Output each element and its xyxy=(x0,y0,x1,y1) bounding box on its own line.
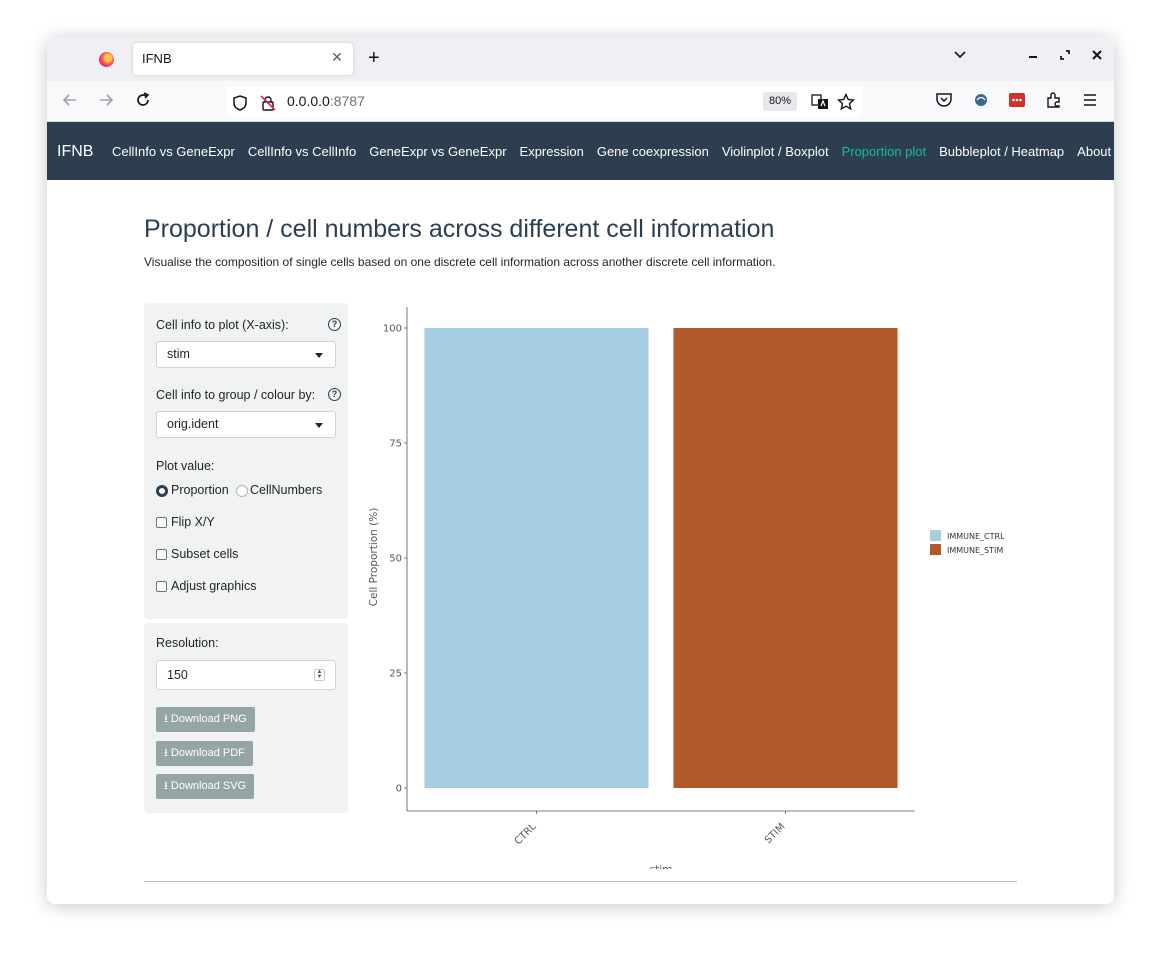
bar-stim-immune_stim xyxy=(673,328,898,788)
resolution-value: 150 xyxy=(167,668,188,682)
y-axis-title: Cell Proportion (%) xyxy=(368,508,380,607)
resolution-label: Resolution: xyxy=(156,636,219,650)
nav-geneexpr-vs-geneexpr[interactable]: GeneExpr vs GeneExpr xyxy=(369,144,506,159)
download-png-button[interactable]: ⭳ Download PNG xyxy=(156,707,255,732)
nav-bubbleplot-heatmap[interactable]: Bubbleplot / Heatmap xyxy=(939,144,1064,159)
back-icon[interactable] xyxy=(59,91,81,114)
y-tick-label: 25 xyxy=(389,669,402,680)
proportion-radio-label[interactable]: Proportion xyxy=(171,483,229,497)
legend-swatch xyxy=(930,530,941,541)
cellnumbers-radio[interactable] xyxy=(236,485,248,497)
y-tick-label: 0 xyxy=(396,784,402,795)
browser-toolbar: 0.0.0.0:8787 80% xyxy=(47,81,1114,122)
plot-value-label: Plot value: xyxy=(156,459,215,473)
nav-cellinfo-vs-geneexpr[interactable]: CellInfo vs GeneExpr xyxy=(112,144,235,159)
app-navbar: IFNB CellInfo vs GeneExpr CellInfo vs Ce… xyxy=(47,122,1114,180)
browser-window: IFNB ✕ + 0.0.0.0:8787 80% IFNB CellInfo … xyxy=(47,37,1114,904)
divider xyxy=(144,881,1017,882)
controls-panel: Cell info to plot (X-axis): ? stim Cell … xyxy=(144,303,348,619)
nav-about[interactable]: About xyxy=(1077,144,1111,159)
zoom-level-badge[interactable]: 80% xyxy=(763,92,798,111)
nav-violinplot-boxplot[interactable]: Violinplot / Boxplot xyxy=(722,144,829,159)
y-tick-label: 100 xyxy=(383,324,402,335)
legend-label: IMMUNE_STIM xyxy=(947,546,1003,555)
group-label: Cell info to group / colour by: xyxy=(156,388,316,402)
subset-cells-label[interactable]: Subset cells xyxy=(171,547,238,561)
cellnumbers-radio-label[interactable]: CellNumbers xyxy=(250,483,322,497)
bar-ctrl-immune_ctrl xyxy=(424,328,649,788)
tab-strip: IFNB ✕ + xyxy=(47,37,1114,81)
extensions-puzzle-icon[interactable] xyxy=(1043,91,1065,114)
adjust-graphics-label[interactable]: Adjust graphics xyxy=(171,579,256,593)
x-tick-label: STIM xyxy=(763,821,788,846)
x-axis-select[interactable]: stim xyxy=(156,341,336,368)
firefox-logo-icon xyxy=(99,52,114,67)
url-text: 0.0.0.0:8787 xyxy=(287,93,365,109)
hamburger-menu-icon[interactable] xyxy=(1079,91,1101,114)
reload-icon[interactable] xyxy=(132,91,154,114)
x-axis-label: Cell info to plot (X-axis): xyxy=(156,318,289,332)
extension-globe-icon[interactable] xyxy=(970,91,992,114)
x-axis-caret-icon xyxy=(315,353,323,358)
app-brand[interactable]: IFNB xyxy=(57,143,93,161)
nav-expression[interactable]: Expression xyxy=(520,144,584,159)
y-tick-label: 50 xyxy=(389,554,402,565)
legend-swatch xyxy=(930,544,941,555)
x-axis-select-value: stim xyxy=(167,347,190,361)
nav-cellinfo-vs-cellinfo[interactable]: CellInfo vs CellInfo xyxy=(248,144,356,159)
password-manager-icon[interactable] xyxy=(1006,91,1028,114)
group-select[interactable]: orig.ident xyxy=(156,411,336,438)
nav-proportion-plot[interactable]: Proportion plot xyxy=(842,144,927,159)
list-tabs-chevron-icon[interactable] xyxy=(950,48,970,65)
insecure-lock-icon[interactable] xyxy=(260,95,276,111)
close-tab-icon[interactable]: ✕ xyxy=(328,49,346,66)
x-axis-help-icon[interactable]: ? xyxy=(328,318,341,331)
group-help-icon[interactable]: ? xyxy=(328,388,341,401)
flip-xy-label[interactable]: Flip X/Y xyxy=(171,515,215,529)
legend-label: IMMUNE_CTRL xyxy=(947,532,1005,541)
group-caret-icon xyxy=(315,423,323,428)
tab-title: IFNB xyxy=(142,51,172,66)
nav-gene-coexpression[interactable]: Gene coexpression xyxy=(597,144,709,159)
proportion-bar-chart: 0 25 50 75 100 CTRL STIM stim Cell Proportion (%… xyxy=(368,307,1005,869)
close-window-icon[interactable] xyxy=(1087,48,1107,65)
pocket-icon[interactable] xyxy=(933,91,955,114)
proportion-radio[interactable] xyxy=(156,485,168,497)
restore-icon[interactable] xyxy=(1055,48,1075,65)
download-pdf-button[interactable]: ⭳ Download PDF xyxy=(156,741,253,766)
page-title: Proportion / cell numbers across differe… xyxy=(144,215,775,243)
translate-icon[interactable] xyxy=(811,93,829,111)
resolution-spinner-icon[interactable]: ▲ ▼ xyxy=(314,669,325,681)
forward-icon[interactable] xyxy=(95,91,117,114)
download-svg-button[interactable]: ⭳ Download SVG xyxy=(156,774,255,799)
bookmark-star-icon[interactable] xyxy=(837,93,855,111)
url-bar[interactable]: 0.0.0.0:8787 80% xyxy=(227,86,863,117)
page-subtitle: Visualise the composition of single cell… xyxy=(144,255,776,269)
new-tab-button[interactable]: + xyxy=(368,47,380,69)
adjust-graphics-checkbox[interactable] xyxy=(156,581,167,592)
x-axis-title: stim xyxy=(650,864,673,869)
resolution-input[interactable]: 150 ▲ ▼ xyxy=(156,660,336,690)
tracking-protection-shield-icon[interactable] xyxy=(233,95,247,111)
download-panel: Resolution: 150 ▲ ▼ ⭳ Download PNG ⭳ Down… xyxy=(144,623,348,813)
y-tick-label: 75 xyxy=(389,439,402,450)
tab-ifnb[interactable]: IFNB ✕ xyxy=(133,43,353,75)
flip-xy-checkbox[interactable] xyxy=(156,517,167,528)
group-select-value: orig.ident xyxy=(167,417,219,431)
x-tick-label: CTRL xyxy=(513,821,539,847)
nav-links: CellInfo vs GeneExpr CellInfo vs CellInf… xyxy=(112,144,1114,159)
minimize-icon[interactable] xyxy=(1023,48,1043,65)
subset-cells-checkbox[interactable] xyxy=(156,549,167,560)
